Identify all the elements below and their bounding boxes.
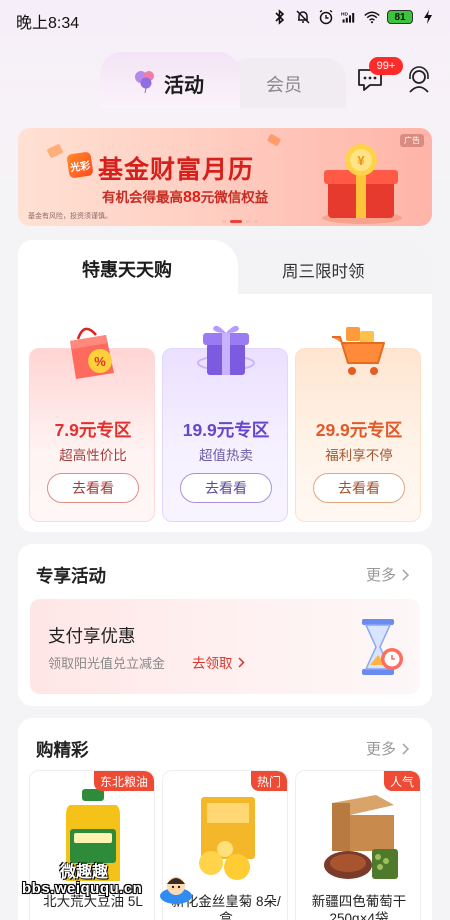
payment-discount-subtitle: 领取阳光值兑立减金: [48, 656, 166, 671]
charging-icon: [420, 9, 436, 25]
deal-tile-7-9[interactable]: % 7.9元专区 超高性价比 去看看: [29, 327, 155, 522]
status-bar: 晚上8:34 HD 81: [0, 0, 450, 36]
alarm-icon: [318, 9, 334, 25]
banner-subtitle: 有机会得最高88元微信权益: [102, 186, 268, 207]
product-card[interactable]: 人气 新疆四色葡萄干 250g×4袋: [295, 770, 421, 920]
product-badge: 热门: [250, 771, 287, 791]
exclusive-activities-card: 专享活动 更多 支付享优惠 领取阳光值兑立减金 去领取: [18, 544, 432, 706]
deal-tile-29-9[interactable]: 29.9元专区 福利享不停 去看看: [295, 327, 421, 522]
battery-level: 81: [394, 11, 406, 23]
confetti-decoration: [266, 133, 282, 147]
deal-tile-19-9[interactable]: 19.9元专区 超值热卖 去看看: [162, 325, 288, 522]
mute-bell-icon: [295, 9, 311, 25]
chevron-right-icon: [402, 568, 410, 581]
deal-tile-subtitle: 超高性价比: [59, 448, 127, 463]
deal-tile-title: 19.9元专区: [182, 420, 270, 440]
shopping-cart-icon: [332, 327, 385, 375]
raisins-box-image: [324, 795, 398, 879]
top-tabs: 活动 会员: [100, 52, 350, 108]
deal-tile-button[interactable]: 去看看: [313, 473, 405, 503]
more-link[interactable]: 更多: [366, 738, 410, 759]
hd-signal-icon: HD: [341, 9, 357, 25]
svg-text:¥: ¥: [357, 153, 365, 168]
watermark: 微趣趣 bbs.weiququ.cn: [18, 858, 198, 908]
balloons-icon: [135, 71, 154, 94]
tab-wednesday-deals[interactable]: 周三限时领: [282, 258, 365, 282]
section-title: 专享活动: [36, 566, 106, 586]
banner-title: 基金财富月历: [98, 156, 255, 184]
gift-box-icon: [197, 325, 255, 375]
gift-box-icon: ¥: [322, 144, 402, 224]
product-badge: 东北粮油: [93, 771, 154, 791]
pagination-dot: [222, 220, 226, 223]
payment-discount-item[interactable]: 支付享优惠 领取阳光值兑立减金 去领取: [30, 599, 420, 694]
message-badge: 99+: [369, 57, 403, 75]
section-title: 购精彩: [36, 740, 89, 760]
deal-tile-subtitle: 福利享不停: [325, 448, 393, 463]
more-label: 更多: [365, 567, 396, 584]
status-icons: HD 81: [272, 9, 436, 25]
banner-subtitle-suffix: 元微信权益: [200, 190, 269, 205]
deals-card: 特惠天天购 周三限时领 % 7.9元专区 超高性价比 去看看 19.9元专区 超…: [18, 240, 432, 532]
hourglass-icon: [362, 619, 403, 675]
svg-text:%: %: [94, 354, 106, 369]
banner-subtitle-prefix: 有机会得最高: [102, 190, 183, 205]
tab-daily-deals-label: 特惠天天购: [82, 260, 172, 280]
promo-banner[interactable]: 光彩 基金财富月历 有机会得最高88元微信权益 基金有风险，投资须谨慎。 广告 …: [18, 128, 432, 226]
customer-service-icon[interactable]: [405, 66, 433, 94]
tab-member-label[interactable]: 会员: [266, 71, 302, 97]
payment-discount-title: 支付享优惠: [48, 626, 136, 646]
battery-icon: 81: [387, 10, 413, 24]
watermark-url: bbs.weiququ.cn: [22, 880, 143, 897]
banner-logo: 光彩: [66, 151, 94, 179]
status-time: 晚上8:34: [16, 15, 80, 32]
pagination-dot-active: [230, 220, 242, 223]
more-link[interactable]: 更多: [366, 564, 410, 585]
more-label: 更多: [365, 741, 396, 758]
deal-tile-subtitle: 超值热卖: [199, 448, 253, 463]
deal-tile-button[interactable]: 去看看: [180, 473, 272, 503]
banner-pagination: [222, 220, 258, 223]
claim-button[interactable]: 去领取: [192, 652, 245, 672]
pagination-dot: [254, 220, 258, 223]
chevron-right-icon: [237, 656, 245, 668]
deals-tabbar: 特惠天天购 周三限时领: [18, 240, 432, 294]
deal-tile-title: 7.9元专区: [54, 420, 132, 440]
watermark-title: 微趣趣: [60, 864, 109, 881]
tab-activity-label: 活动: [164, 75, 204, 97]
deal-tile-button[interactable]: 去看看: [47, 473, 139, 503]
banner-disclaimer: 基金有风险，投资须谨慎。: [28, 213, 112, 220]
deal-tile-title: 29.9元专区: [315, 420, 403, 440]
product-badge: 人气: [383, 771, 420, 791]
chevron-right-icon: [402, 742, 410, 755]
confetti-decoration: [46, 143, 64, 159]
wifi-icon: [364, 9, 380, 25]
svg-text:HD: HD: [341, 11, 348, 17]
mascot-icon: [160, 877, 192, 904]
bluetooth-icon: [272, 9, 288, 25]
claim-label: 去领取: [192, 656, 233, 671]
tab-daily-deals[interactable]: 特惠天天购: [18, 240, 238, 294]
pagination-dot: [246, 220, 250, 223]
banner-subtitle-number: 88: [183, 189, 201, 206]
product-name: 新疆四色葡萄干 250g×4袋: [311, 894, 407, 920]
shopping-bag-icon: %: [70, 327, 114, 379]
